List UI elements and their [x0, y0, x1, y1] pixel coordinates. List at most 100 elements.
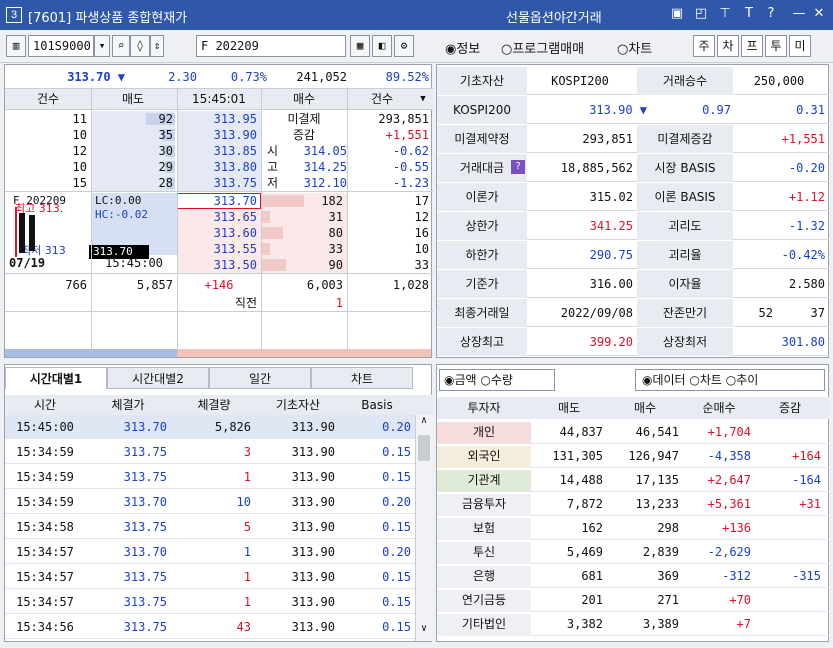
column-header: 15:45:01 — [192, 92, 246, 106]
scroll-up-icon[interactable]: ∧ — [416, 415, 432, 431]
tab-2[interactable]: 시간대별2 — [107, 367, 209, 389]
bid-strength-bar — [177, 349, 431, 357]
tick-price: 313.75 — [123, 520, 167, 534]
ask-price[interactable]: 313.75 — [177, 173, 257, 193]
column-header: 건수 — [36, 92, 60, 106]
tick-scrollbar[interactable]: ∧ ∨ — [415, 415, 432, 641]
option-icon[interactable]: ◊ — [130, 35, 150, 57]
tick-volume: 1 — [243, 545, 251, 559]
night-trading-label[interactable]: 선물옵션야간거래 — [506, 7, 602, 26]
search-icon[interactable]: ⌕ — [112, 35, 130, 57]
key-button-chart[interactable]: 차 — [717, 35, 739, 57]
investor-buy: 369 — [657, 569, 679, 583]
column-header: 매도 — [121, 92, 145, 106]
investor-net: -2,629 — [707, 545, 751, 559]
key-button-investor[interactable]: 투 — [765, 35, 787, 57]
tick-time: 15:45:00 — [16, 420, 74, 434]
window-icon[interactable]: ◰ — [692, 5, 710, 23]
tab-4[interactable]: 차트 — [311, 367, 413, 389]
info-key: 이론가 — [465, 190, 499, 204]
order-book-header: 건수 매도 15:45:01 매수 건수 ▼ — [5, 89, 433, 109]
change-pct: 0.73% — [230, 70, 267, 84]
investor-net: +136 — [722, 521, 751, 535]
table-row[interactable]: 15:34:56 313.75 43 313.90 0.15 — [5, 615, 415, 639]
investor-column-header: 매도 — [557, 401, 581, 415]
table-row[interactable]: 15:34:57 313.70 1 313.90 0.20 — [5, 540, 415, 564]
investor-buy: 3,389 — [642, 617, 679, 631]
tick-underlying: 313.90 — [291, 545, 335, 559]
info-value: 18,885,562 — [560, 161, 633, 175]
table-row: 기관계 14,488 17,135 +2,647 -164 — [437, 469, 829, 492]
close-icon[interactable]: ✕ — [810, 5, 828, 23]
table-row: 연기금등 201 271 +70 — [437, 589, 829, 612]
window-title: [7601] 파생상품 종합현재가 — [28, 11, 188, 26]
radio-program[interactable]: ○프로그램매매 — [501, 38, 584, 57]
investor-sell: 14,488 — [559, 473, 603, 487]
table-row: 기타법인 3,382 3,389 +7 — [437, 613, 829, 636]
table-row[interactable]: 15:34:57 313.75 1 313.90 0.15 — [5, 590, 415, 614]
radio-info[interactable]: ◉정보 — [445, 38, 480, 57]
investor-buy: 17,135 — [635, 473, 679, 487]
scroll-down-icon[interactable]: ∨ — [416, 623, 432, 639]
tab-1[interactable]: 시간대별1 — [5, 367, 107, 389]
table-row[interactable]: 15:34:59 313.75 1 313.90 0.15 — [5, 465, 415, 489]
view-icon[interactable]: ▦ — [350, 35, 370, 57]
info-key: 이론 BASIS — [654, 190, 716, 204]
table-row[interactable]: 15:34:59 313.75 3 313.90 0.15 — [5, 440, 415, 464]
tab-3[interactable]: 일간 — [209, 367, 311, 389]
header-dropdown-icon[interactable]: ▼ — [415, 89, 431, 109]
ohlc-change: -1.23 — [392, 176, 429, 190]
code-dropdown-icon[interactable]: ▾ — [94, 35, 110, 57]
table-row: 금융투자 7,872 13,233 +5,361 +31 — [437, 493, 829, 516]
radio-chart[interactable]: ○차트 — [617, 38, 652, 57]
tick-price: 313.75 — [123, 470, 167, 484]
view-mode-toggle[interactable]: ◉데이터 ○차트 ○추이 — [635, 369, 825, 391]
gear-icon[interactable]: ⚙ — [394, 35, 414, 57]
order-book-panel: 313.70 ▼ 2.30 0.73% 241,052 89.52% 건수 매도 1… — [4, 64, 433, 358]
table-row[interactable]: 15:34:58 313.75 5 313.90 0.15 — [5, 515, 415, 539]
amount-quantity-toggle[interactable]: ◉금액 ○수량 — [439, 369, 555, 391]
investor-delta — [755, 614, 821, 634]
code-input[interactable]: 101S9000 — [28, 35, 94, 57]
product-name-field[interactable]: F 202209 — [196, 35, 346, 57]
investor-sell: 162 — [581, 521, 603, 535]
menu-icon[interactable]: ▥ — [6, 35, 26, 57]
key-button-program[interactable]: 프 — [741, 35, 763, 57]
split-icon[interactable]: ◧ — [372, 35, 392, 57]
info-row: 상장최고 399.20 상장최저 301.80 — [437, 328, 829, 356]
tick-column-header: 기초자산 — [275, 398, 321, 412]
bid-price[interactable]: 313.50 — [177, 255, 257, 275]
stepper-icon[interactable]: ⇕ — [150, 35, 164, 57]
info-value: 37 — [810, 306, 825, 320]
help-icon[interactable]: ? — [511, 160, 525, 174]
table-row: 은행 681 369 -312 -315 — [437, 565, 829, 588]
table-row[interactable]: 15:34:57 313.75 1 313.90 0.15 — [5, 565, 415, 589]
investor-column-header: 매수 — [633, 401, 657, 415]
key-button-open-interest[interactable]: 미 — [789, 35, 811, 57]
info-key: 거래승수 — [662, 74, 708, 88]
info-value: 399.20 — [589, 335, 633, 349]
investor-sell: 7,872 — [566, 497, 603, 511]
info-key: 미결제약정 — [454, 132, 510, 146]
scroll-thumb[interactable] — [418, 435, 430, 461]
font-icon[interactable]: T — [740, 5, 758, 23]
investor-name: 개인 — [437, 422, 531, 444]
tick-basis: 0.15 — [382, 620, 411, 634]
key-button-stock[interactable]: 주 — [693, 35, 715, 57]
tick-basis: 0.20 — [382, 495, 411, 509]
table-row[interactable]: 15:45:00 313.70 5,826 313.90 0.20 — [5, 415, 415, 439]
investor-name: 투신 — [437, 542, 531, 564]
info-value: -1.32 — [788, 219, 825, 233]
tick-column-header: 체결량 — [197, 398, 231, 412]
investor-delta — [755, 422, 821, 442]
table-row[interactable]: 15:34:59 313.70 10 313.90 0.20 — [5, 490, 415, 514]
pin-icon[interactable]: ⊤ — [716, 5, 734, 23]
help-icon[interactable]: ? — [762, 5, 780, 23]
info-row: 거래대금 18,885,562 시장 BASIS -0.20? — [437, 154, 829, 182]
minimize-icon[interactable]: — — [790, 5, 808, 23]
tick-underlying: 313.90 — [291, 420, 335, 434]
investor-buy: 298 — [657, 521, 679, 535]
layout-icon[interactable]: ▣ — [668, 5, 686, 23]
tick-price: 313.75 — [123, 445, 167, 459]
tick-underlying: 313.90 — [291, 620, 335, 634]
